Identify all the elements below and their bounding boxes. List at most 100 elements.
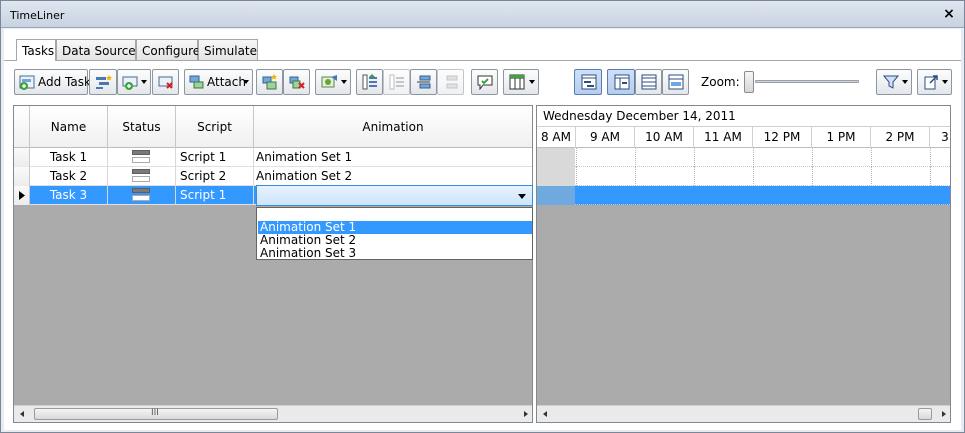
hour-label: 2 PM	[871, 127, 930, 148]
row-header[interactable]	[14, 167, 30, 186]
scroll-grip: III	[151, 408, 159, 418]
table-row[interactable]: Task 1 Script 1 Animation Set 1	[14, 148, 532, 167]
move-up-button[interactable]	[410, 69, 437, 95]
tab-divider	[4, 60, 961, 61]
scroll-thumb[interactable]: III	[34, 408, 278, 420]
add-task-label: Add Task	[38, 75, 91, 89]
column-label: Status	[122, 120, 161, 134]
animation-cell[interactable]: Animation Set 2	[254, 167, 532, 186]
view-gantt-right-button[interactable]	[607, 69, 635, 95]
add-task-button[interactable]: Add Task	[14, 69, 91, 95]
export-button[interactable]	[917, 69, 952, 95]
attach-label: Attach	[207, 75, 246, 89]
gantt-horizontal-scrollbar[interactable]	[537, 405, 950, 422]
outdent-button[interactable]	[383, 69, 410, 95]
attach-button[interactable]: Attach	[184, 69, 253, 95]
row-header[interactable]	[14, 148, 30, 167]
column-header-status[interactable]: Status	[108, 106, 176, 148]
columns-icon	[509, 74, 525, 90]
move-up-icon	[417, 75, 431, 89]
add-task-icon	[19, 75, 35, 90]
zoom-slider-track[interactable]	[755, 80, 859, 83]
close-icon[interactable]: ×	[940, 5, 958, 23]
column-header-name[interactable]: Name	[30, 106, 108, 148]
apply-rules-button[interactable]	[315, 69, 351, 95]
gantt-date-label: Wednesday December 14, 2011	[543, 109, 736, 123]
scroll-right-icon[interactable]	[524, 411, 528, 417]
gantt-view-icon	[581, 74, 597, 90]
scroll-left-icon[interactable]	[20, 411, 24, 417]
task-name-cell[interactable]: Task 1	[30, 148, 108, 167]
task-name-cell[interactable]: Task 3	[30, 186, 108, 205]
animation-dropdown-list: Animation Set 1 Animation Set 2 Animatio…	[256, 207, 533, 260]
auto-attach-button[interactable]	[256, 69, 283, 95]
tab-configure[interactable]: Configure	[136, 39, 200, 60]
row-header[interactable]	[14, 186, 30, 205]
indent-button[interactable]	[356, 69, 383, 95]
gantt-row[interactable]	[537, 167, 950, 186]
zoom-slider-thumb[interactable]	[744, 71, 754, 93]
chevron-down-icon	[341, 80, 347, 84]
chevron-down-icon	[942, 80, 948, 84]
indent-icon	[362, 74, 377, 90]
delete-task-icon	[158, 76, 173, 89]
tab-data-sources[interactable]: Data Sources	[56, 39, 142, 60]
detach-button[interactable]	[283, 69, 310, 95]
scroll-right-icon[interactable]	[942, 411, 946, 417]
column-header-animation[interactable]: Animation	[254, 106, 532, 148]
view-chart-button[interactable]	[662, 69, 689, 95]
dropdown-option[interactable]: Animation Set 3	[258, 247, 532, 260]
table-row[interactable]: Task 2 Script 2 Animation Set 2	[14, 167, 532, 186]
scroll-left-icon[interactable]	[543, 411, 547, 417]
chart-view-icon	[668, 74, 684, 90]
rules-icon	[321, 75, 337, 88]
chevron-down-icon	[141, 80, 147, 84]
scroll-thumb[interactable]	[918, 408, 932, 420]
move-down-button[interactable]	[437, 69, 464, 95]
timeliner-window: TimeLiner × Tasks Data Sources Configure…	[0, 0, 965, 433]
filter-icon	[883, 75, 899, 89]
view-gantt-left-button[interactable]	[574, 69, 602, 95]
animation-cell[interactable]: Animation Set 1	[254, 148, 532, 167]
chevron-down-icon	[243, 80, 249, 84]
status-cell[interactable]	[108, 167, 176, 186]
tab-simulate[interactable]: Simulate	[198, 39, 258, 60]
auto-add-tasks-button[interactable]	[89, 69, 117, 95]
zoom-label: Zoom:	[701, 75, 740, 89]
filter-button[interactable]	[876, 69, 912, 95]
add-task-set-icon	[122, 76, 138, 90]
gantt-row-selected[interactable]	[537, 186, 950, 205]
view-grid-button[interactable]	[635, 69, 662, 95]
title-bar: TimeLiner ×	[1, 1, 964, 28]
column-header-script[interactable]: Script	[176, 106, 254, 148]
auto-attach-icon	[262, 74, 277, 90]
columns-button[interactable]	[503, 69, 539, 95]
gantt-row[interactable]	[537, 148, 950, 167]
task-grid: Name Status Script Animation Task 1 Scri…	[13, 105, 533, 423]
task-name-cell[interactable]: Task 2	[30, 167, 108, 186]
status-cell[interactable]	[108, 148, 176, 167]
add-comment-button[interactable]	[117, 69, 151, 95]
column-label: Name	[50, 120, 87, 134]
status-icon	[132, 169, 150, 183]
tab-label: Tasks	[22, 44, 55, 58]
grid-header: Name Status Script Animation	[14, 106, 532, 148]
status-cell[interactable]	[108, 186, 176, 205]
detach-icon	[289, 76, 305, 89]
tab-label: Data Sources	[62, 44, 142, 58]
window-title: TimeLiner	[10, 9, 65, 22]
chevron-down-icon	[529, 80, 535, 84]
delete-task-button[interactable]	[152, 69, 179, 95]
comment-button[interactable]	[471, 69, 498, 95]
script-cell[interactable]: Script 1	[176, 186, 254, 205]
animation-combo[interactable]	[256, 185, 533, 206]
script-cell[interactable]: Script 2	[176, 167, 254, 186]
gantt-split-icon	[614, 74, 630, 90]
toolbar: Add Task Attach Zoom:	[11, 69, 956, 99]
grid-view-icon	[641, 74, 657, 90]
chevron-down-icon[interactable]	[518, 194, 526, 199]
comment-icon	[477, 75, 493, 90]
script-cell[interactable]: Script 1	[176, 148, 254, 167]
horizontal-scrollbar[interactable]: III	[14, 405, 532, 422]
tab-tasks[interactable]: Tasks	[16, 39, 56, 61]
